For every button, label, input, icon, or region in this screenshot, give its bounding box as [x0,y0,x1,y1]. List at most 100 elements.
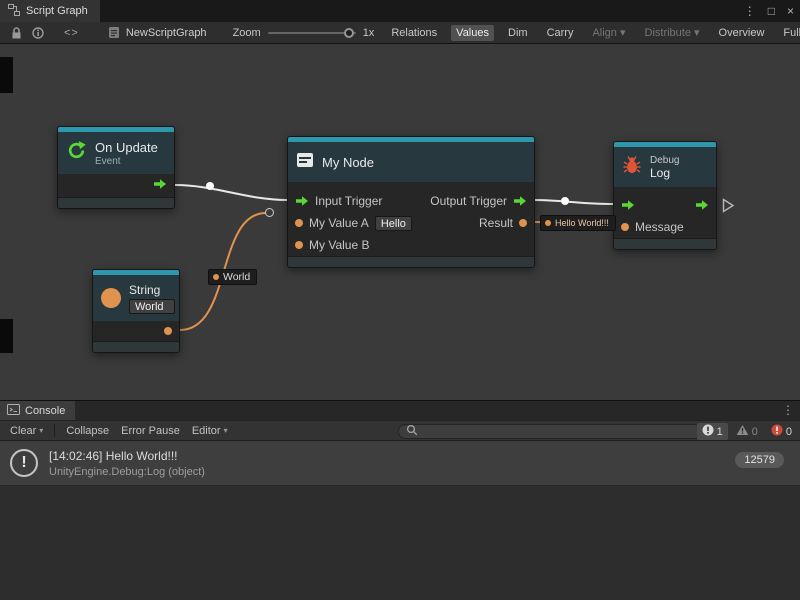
info-icon[interactable] [32,27,44,39]
warning-triangle-icon [736,424,749,439]
collapse-button[interactable]: Collapse [60,424,115,438]
code-icon[interactable]: <> [64,27,79,39]
message-port[interactable]: Message [621,220,684,234]
console-search[interactable] [398,424,702,439]
port-label: Message [635,220,684,234]
chevron-down-icon: ▾ [39,426,43,435]
zoom-value: 1x [363,27,375,39]
info-count-toggle[interactable]: 1 [697,423,728,440]
console-icon [7,404,20,418]
flow-pulse-dot [561,197,569,205]
node-my-node[interactable]: My Node Input Trigger Output Trigger My … [287,136,535,268]
zoom-slider-handle[interactable] [344,28,354,38]
console-empty-area [0,486,800,600]
node-footer [288,256,534,267]
values-button[interactable]: Values [451,25,494,41]
flow-output-port[interactable] [695,199,709,211]
script-graph-icon [8,4,20,19]
string-value-input[interactable]: World [129,299,175,314]
my-value-a-input[interactable]: Hello [375,216,412,231]
warning-count: 0 [752,426,758,438]
wire-value-text: World [223,271,250,283]
wire-value-text: Hello World!!! [555,218,609,228]
input-trigger-port[interactable]: Input Trigger [295,194,382,208]
value-port-dot [621,223,629,231]
node-footer [93,341,179,352]
clear-label: Clear [10,425,36,437]
console-panel: Console ⋮ Clear ▾ Collapse Error Pause E… [0,400,800,600]
log-info-icon: ! [10,449,38,477]
on-update-icon [66,140,87,166]
my-node-icon [296,152,314,173]
node-on-update[interactable]: On Update Event [57,126,175,209]
port-label: Result [479,216,513,230]
editor-dropdown[interactable]: Editor ▾ [186,424,234,438]
wire-value-bubble-world: World [208,269,257,285]
console-tab-label: Console [25,405,65,417]
window-close-icon[interactable]: × [787,4,794,18]
error-pause-button[interactable]: Error Pause [115,424,186,438]
port-label: Input Trigger [315,194,382,208]
bug-icon [622,155,642,180]
value-port-dot [295,241,303,249]
dim-button[interactable]: Dim [503,25,533,41]
info-bubble-icon [702,424,714,439]
window-tab-bar: Script Graph ⋮ □ × [0,0,800,22]
unconnected-port-circle[interactable] [265,208,274,217]
zoom-slider[interactable] [268,32,356,34]
node-title: On Update [95,140,158,155]
chevron-down-icon: ▾ [224,426,228,435]
node-string[interactable]: String World [92,269,180,353]
node-debug-log[interactable]: Debug Log Message [613,141,717,250]
clear-button[interactable]: Clear ▾ [4,424,49,438]
console-log-entry[interactable]: ! [14:02:46] Hello World!!! UnityEngine.… [0,441,800,486]
search-icon [406,424,418,439]
node-title: Debug [650,155,679,166]
flow-wire-mynode-to-debug[interactable] [535,200,613,204]
node-subtitle: Event [95,156,158,167]
window-maximize-icon[interactable]: □ [768,4,775,18]
log-stacktrace: UnityEngine.Debug:Log (object) [49,466,205,478]
carry-button[interactable]: Carry [542,25,579,41]
graph-name-chip[interactable]: NewScriptGraph [108,26,207,39]
node-title: String [129,283,175,297]
search-input[interactable] [422,426,694,438]
lock-icon[interactable] [11,27,22,39]
toolbar-divider [54,424,55,437]
play-triangle-icon [722,198,735,218]
my-value-a-port[interactable]: My Value A Hello [295,216,412,231]
collapse-count-badge: 12579 [735,452,784,468]
graph-canvas[interactable]: On Update Event My Node In [0,45,800,400]
node-footer [58,197,174,208]
tab-script-graph[interactable]: Script Graph [0,0,100,22]
result-port[interactable]: Result [479,216,527,230]
flow-wire-onupdate-to-mynode[interactable] [175,185,287,200]
tab-console[interactable]: Console [0,401,75,420]
node-footer [614,238,716,249]
port-label: My Value A [309,216,369,230]
flow-output-port[interactable] [153,178,167,193]
my-value-b-port[interactable]: My Value B [295,238,369,252]
zoom-label: Zoom [233,27,261,39]
distribute-button: Distribute ▾ [640,24,705,41]
graph-toolbar: <> NewScriptGraph Zoom 1x Relations Valu… [0,22,800,44]
window-menu-icon[interactable]: ⋮ [744,4,756,18]
string-output-port[interactable] [164,327,172,335]
string-literal-icon [101,288,121,308]
warning-count-toggle[interactable]: 0 [731,423,763,440]
overview-button[interactable]: Overview [714,25,770,41]
tab-title: Script Graph [26,5,88,17]
error-count-toggle[interactable]: 0 [766,423,797,440]
error-pause-label: Error Pause [121,425,180,437]
value-port-dot [519,219,527,227]
output-trigger-port[interactable]: Output Trigger [430,194,527,208]
fullscreen-button[interactable]: Full S [778,25,800,41]
error-circle-icon [771,424,783,439]
flow-input-port[interactable] [621,199,635,211]
relations-button[interactable]: Relations [386,25,442,41]
node-subtitle: Log [650,166,679,180]
flow-pulse-dot [206,182,214,190]
value-dot [213,274,219,280]
console-menu-icon[interactable]: ⋮ [782,403,794,417]
editor-label: Editor [192,425,221,437]
